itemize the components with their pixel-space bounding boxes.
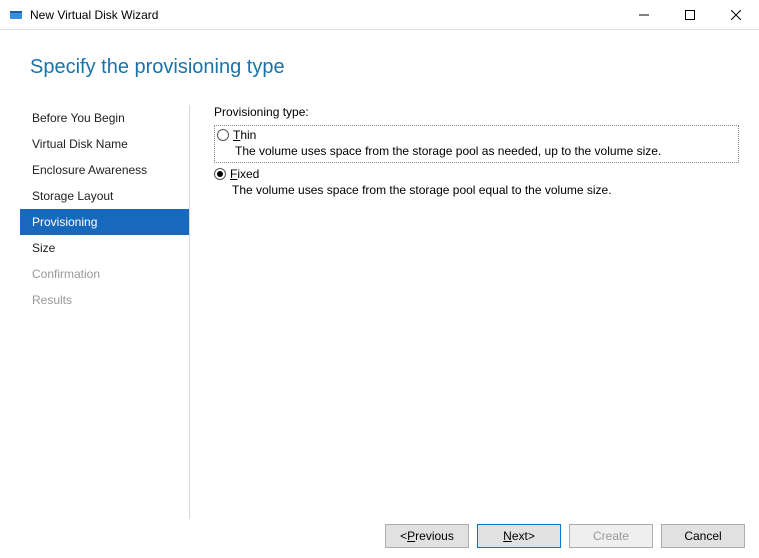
sidebar-item-storage-layout[interactable]: Storage Layout <box>20 183 189 209</box>
provisioning-option-fixed: Fixed The volume uses space from the stor… <box>214 167 739 197</box>
provisioning-type-label: Provisioning type: <box>214 105 739 119</box>
radio-fixed[interactable]: Fixed <box>214 167 739 181</box>
radio-indicator-icon <box>214 168 226 180</box>
wizard-footer: < Previous Next > Create Cancel <box>14 512 745 548</box>
radio-label: Thin <box>233 128 256 142</box>
next-button[interactable]: Next > <box>477 524 561 548</box>
titlebar: New Virtual Disk Wizard <box>0 0 759 30</box>
radio-label: Fixed <box>230 167 259 181</box>
sidebar-item-virtual-disk-name[interactable]: Virtual Disk Name <box>20 131 189 157</box>
provisioning-option-thin: Thin The volume uses space from the stora… <box>214 125 739 163</box>
sidebar-item-size[interactable]: Size <box>20 235 189 261</box>
window-controls <box>621 0 759 29</box>
page-heading: Specify the provisioning type <box>0 30 759 79</box>
create-button: Create <box>569 524 653 548</box>
cancel-button[interactable]: Cancel <box>661 524 745 548</box>
previous-button[interactable]: < Previous <box>385 524 469 548</box>
radio-description: The volume uses space from the storage p… <box>217 144 736 158</box>
radio-indicator-icon <box>217 129 229 141</box>
maximize-button[interactable] <box>667 0 713 29</box>
sidebar-item-confirmation: Confirmation <box>20 261 189 287</box>
sidebar-item-results: Results <box>20 287 189 313</box>
sidebar-item-enclosure-awareness[interactable]: Enclosure Awareness <box>20 157 189 183</box>
main-panel: Provisioning type: Thin The volume uses s… <box>190 105 759 519</box>
window-title: New Virtual Disk Wizard <box>30 8 621 22</box>
sidebar-item-before-you-begin[interactable]: Before You Begin <box>20 105 189 131</box>
sidebar-item-provisioning[interactable]: Provisioning <box>20 209 189 235</box>
minimize-button[interactable] <box>621 0 667 29</box>
radio-thin[interactable]: Thin <box>217 128 736 142</box>
wizard-app-icon <box>8 7 24 23</box>
wizard-steps-sidebar: Before You BeginVirtual Disk NameEnclosu… <box>0 105 190 519</box>
close-button[interactable] <box>713 0 759 29</box>
radio-description: The volume uses space from the storage p… <box>214 183 739 197</box>
